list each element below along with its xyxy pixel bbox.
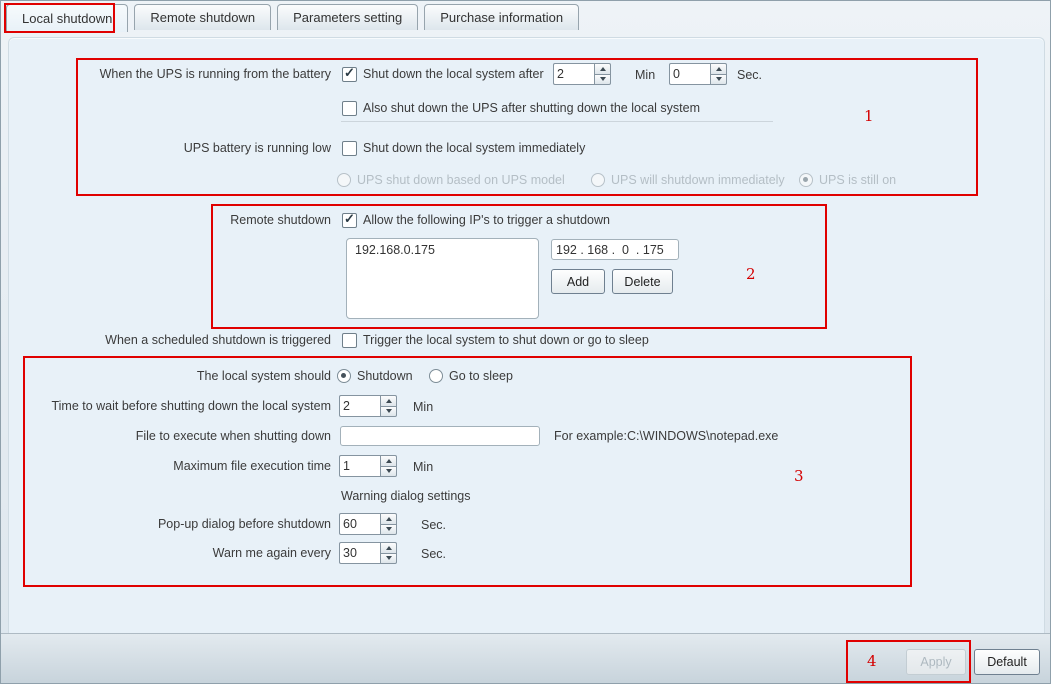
battery-row-label: When the UPS is running from the battery — [11, 63, 331, 85]
warning-settings-header: Warning dialog settings — [341, 485, 470, 507]
shutdown-after-checkbox[interactable]: ✓ — [342, 67, 357, 82]
system-should-label: The local system should — [11, 365, 331, 387]
spinner-buttons — [594, 63, 611, 85]
popup-dialog-unit: Sec. — [421, 514, 446, 536]
section-divider — [341, 121, 773, 122]
radio-ups-still-on-label: UPS is still on — [819, 169, 896, 191]
warn-again-spinner — [339, 542, 397, 564]
warn-again-unit: Sec. — [421, 543, 446, 565]
scheduled-shutdown-label: When a scheduled shutdown is triggered — [11, 329, 331, 351]
default-button[interactable]: Default — [974, 649, 1040, 675]
apply-button[interactable]: Apply — [906, 649, 966, 675]
also-shutdown-ups-checkbox[interactable] — [342, 101, 357, 116]
add-button[interactable]: Add — [551, 269, 605, 294]
popup-dialog-input[interactable] — [339, 513, 380, 535]
max-exec-input[interactable] — [339, 455, 380, 477]
radio-dot-icon — [341, 373, 346, 378]
radio-shutdown-label: Shutdown — [357, 365, 413, 387]
spinner-buttons — [380, 455, 397, 477]
wait-time-label: Time to wait before shutting down the lo… — [11, 395, 331, 417]
remote-shutdown-label: Remote shutdown — [11, 209, 331, 231]
battery-low-label: UPS battery is running low — [11, 137, 331, 159]
spin-down-icon[interactable] — [380, 553, 397, 565]
radio-ups-immediate-label: UPS will shutdown immediately — [611, 169, 785, 191]
ip-address-input[interactable] — [551, 239, 679, 260]
trigger-local-checkbox[interactable] — [342, 333, 357, 348]
battery-min-unit: Min — [635, 64, 655, 86]
max-exec-label: Maximum file execution time — [11, 455, 331, 477]
check-icon: ✓ — [344, 211, 355, 227]
radio-ups-still-on[interactable] — [799, 173, 813, 187]
immediate-shutdown-checkbox[interactable] — [342, 141, 357, 156]
spin-down-icon[interactable] — [380, 524, 397, 536]
wait-time-spinner — [339, 395, 397, 417]
spin-up-icon[interactable] — [710, 63, 727, 74]
also-shutdown-ups-label: Also shut down the UPS after shutting do… — [363, 97, 700, 119]
immediate-shutdown-label: Shut down the local system immediately — [363, 137, 585, 159]
spinner-buttons — [380, 542, 397, 564]
allow-ip-checkbox[interactable]: ✓ — [342, 213, 357, 228]
battery-sec-unit: Sec. — [737, 64, 762, 86]
battery-min-input[interactable] — [553, 63, 594, 85]
allow-ip-label: Allow the following IP's to trigger a sh… — [363, 209, 610, 231]
spinner-buttons — [380, 513, 397, 535]
delete-button[interactable]: Delete — [612, 269, 673, 294]
max-exec-unit: Min — [413, 456, 433, 478]
warn-again-label: Warn me again every — [11, 542, 331, 564]
battery-sec-input[interactable] — [669, 63, 710, 85]
radio-ups-immediate[interactable] — [591, 173, 605, 187]
shutdown-after-label: Shut down the local system after — [363, 63, 544, 85]
popup-dialog-label: Pop-up dialog before shutdown — [11, 513, 331, 535]
radio-shutdown[interactable] — [337, 369, 351, 383]
tab-bar: Local shutdown Remote shutdown Parameter… — [6, 4, 579, 32]
radio-dot-icon — [803, 177, 808, 182]
ups-settings-window: Local shutdown Remote shutdown Parameter… — [0, 0, 1051, 684]
file-execute-label: File to execute when shutting down — [11, 425, 331, 447]
spin-up-icon[interactable] — [380, 542, 397, 553]
spin-up-icon[interactable] — [594, 63, 611, 74]
tab-parameters-setting[interactable]: Parameters setting — [277, 4, 418, 30]
spin-down-icon[interactable] — [380, 466, 397, 478]
warn-again-input[interactable] — [339, 542, 380, 564]
popup-dialog-spinner — [339, 513, 397, 535]
max-exec-spinner — [339, 455, 397, 477]
spin-up-icon[interactable] — [380, 395, 397, 406]
spin-up-icon[interactable] — [380, 513, 397, 524]
spin-up-icon[interactable] — [380, 455, 397, 466]
footer-bar — [1, 633, 1050, 684]
check-icon: ✓ — [344, 65, 355, 81]
radio-go-to-sleep-label: Go to sleep — [449, 365, 513, 387]
file-example-hint: For example:C:\WINDOWS\notepad.exe — [554, 425, 778, 447]
spin-down-icon[interactable] — [380, 406, 397, 418]
spinner-buttons — [380, 395, 397, 417]
wait-time-input[interactable] — [339, 395, 380, 417]
tab-remote-shutdown[interactable]: Remote shutdown — [134, 4, 271, 30]
wait-time-unit: Min — [413, 396, 433, 418]
tab-local-shutdown[interactable]: Local shutdown — [6, 4, 128, 32]
radio-ups-model-label: UPS shut down based on UPS model — [357, 169, 565, 191]
ip-list-item[interactable]: 192.168.0.175 — [347, 239, 538, 261]
battery-min-spinner — [553, 63, 611, 85]
ip-list-box[interactable]: 192.168.0.175 — [346, 238, 539, 319]
spin-down-icon[interactable] — [710, 74, 727, 86]
tab-purchase-information[interactable]: Purchase information — [424, 4, 579, 30]
spin-down-icon[interactable] — [594, 74, 611, 86]
file-execute-input[interactable] — [340, 426, 540, 446]
battery-sec-spinner — [669, 63, 727, 85]
radio-go-to-sleep[interactable] — [429, 369, 443, 383]
radio-ups-model[interactable] — [337, 173, 351, 187]
trigger-local-label: Trigger the local system to shut down or… — [363, 329, 649, 351]
spinner-buttons — [710, 63, 727, 85]
